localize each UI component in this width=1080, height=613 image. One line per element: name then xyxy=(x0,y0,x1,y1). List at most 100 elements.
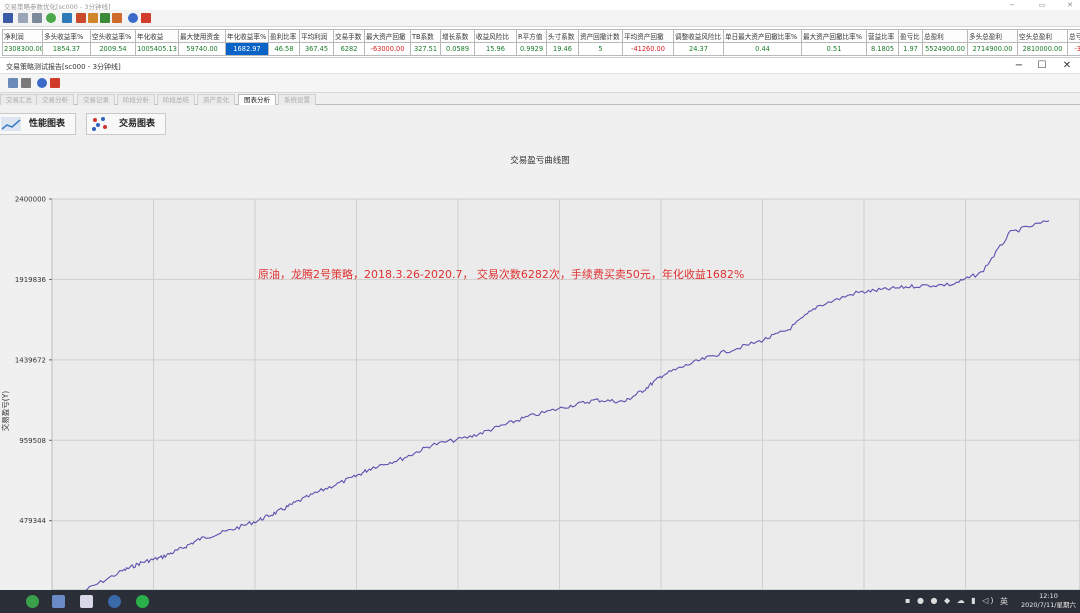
stats-value-cell[interactable]: 367.45 xyxy=(299,42,334,56)
minimize-button[interactable]: − xyxy=(1006,0,1018,10)
wechat-icon[interactable] xyxy=(136,595,149,608)
stats-header-cell[interactable]: 空头收益率% xyxy=(90,29,136,43)
stats-value-cell[interactable]: 0.0589 xyxy=(440,42,475,56)
restore-button[interactable]: ▭ xyxy=(1036,0,1048,10)
stats-value-cell[interactable]: 5 xyxy=(578,42,623,56)
stats-value-cell[interactable]: 5524900.00 xyxy=(922,42,968,56)
help-icon[interactable] xyxy=(37,78,47,88)
tab-3[interactable]: 阶段分析 xyxy=(117,94,155,105)
performance-chart-button[interactable]: 性能图表 xyxy=(0,113,76,135)
tab-1[interactable]: 交易分析 xyxy=(36,94,74,105)
bar-chart-icon[interactable] xyxy=(88,13,98,23)
tab-2[interactable]: 交易记录 xyxy=(77,94,115,105)
stats-value-cell[interactable]: 2009.54 xyxy=(90,42,136,56)
stats-header-cell[interactable]: 单日最大资产回撤比率% xyxy=(723,29,802,43)
trade-chart-button[interactable]: 交易图表 xyxy=(86,113,166,135)
stats-header-cell[interactable]: 收益风险比 xyxy=(474,29,517,43)
trade-chart-label: 交易图表 xyxy=(119,119,156,129)
tab-6[interactable]: 图表分析 xyxy=(238,94,276,105)
child-window-title: 交易策略测试报告[sc000 - 3分钟线] xyxy=(6,63,121,71)
tab-bar: 交易汇总 交易分析 交易记录 阶段分析 阶段总结 资产变化 图表分析 系统设置 xyxy=(0,93,1080,105)
stats-header-cell[interactable]: 年化收益 xyxy=(135,29,179,43)
stats-value-cell[interactable]: 24.37 xyxy=(673,42,724,56)
stats-header-cell[interactable]: TB系数 xyxy=(410,29,441,43)
table-icon[interactable] xyxy=(62,13,72,23)
chart-icon[interactable] xyxy=(76,13,86,23)
stats-value-cell[interactable]: 1682.97 xyxy=(225,42,269,56)
stats-header-cell[interactable]: 净利润 xyxy=(2,29,43,43)
export-icon[interactable] xyxy=(112,13,122,23)
exit-icon[interactable] xyxy=(141,13,151,23)
copy-icon[interactable] xyxy=(8,78,18,88)
stats-header-cell[interactable]: 交易手数 xyxy=(333,29,365,43)
child-close-button[interactable]: ✕ xyxy=(1060,59,1074,73)
stats-value-cell[interactable]: 15.96 xyxy=(474,42,517,56)
stats-header-cell[interactable]: 最大资产回撤 xyxy=(364,29,411,43)
trade-chart-icon xyxy=(92,117,107,131)
stats-value-cell[interactable]: 6282 xyxy=(333,42,365,56)
stats-value-cell[interactable]: 2810000.00 xyxy=(1017,42,1068,56)
stats-value-cell[interactable]: 59740.00 xyxy=(178,42,226,56)
stats-value-cell[interactable]: 1.97 xyxy=(898,42,923,56)
stats-header-cell[interactable]: 平均资产回撤 xyxy=(622,29,674,43)
stats-header-cell[interactable]: 头寸系数 xyxy=(546,29,579,43)
tab-4[interactable]: 阶段总结 xyxy=(157,94,195,105)
clock-time: 12:10 xyxy=(1039,592,1058,600)
exit-icon[interactable] xyxy=(50,78,60,88)
clock[interactable]: 12:10 2020/7/11/星期六 xyxy=(1021,592,1076,610)
stats-value-cell[interactable]: -63000.00 xyxy=(364,42,411,56)
stats-header-cell[interactable]: 总盈利 xyxy=(922,29,968,43)
stats-header-cell[interactable]: 年化收益率% xyxy=(225,29,269,43)
stats-header-row: 净利润 多头收益率% 空头收益率% 年化收益 最大使用资金 年化收益率% 盈利比率 平均利润交… xyxy=(2,29,1080,43)
stats-value-cell[interactable]: 2714900.00 xyxy=(967,42,1018,56)
stats-value-cell[interactable]: -3216600.00 xyxy=(1067,42,1080,56)
save-icon[interactable] xyxy=(3,13,13,23)
report-icon[interactable] xyxy=(100,13,110,23)
stats-value-cell[interactable]: 2308300.00 xyxy=(2,42,43,56)
stats-header-cell[interactable]: 调整收益风险比 xyxy=(673,29,724,43)
stats-header-cell[interactable]: 多头总盈利 xyxy=(967,29,1018,43)
stats-header-cell[interactable]: 空头总盈利 xyxy=(1017,29,1068,43)
trading-app-icon[interactable] xyxy=(108,595,121,608)
stats-header-cell[interactable]: 多头收益率% xyxy=(42,29,91,43)
help-icon[interactable] xyxy=(128,13,138,23)
input-language[interactable]: 英 xyxy=(1000,596,1008,607)
link-icon[interactable] xyxy=(32,13,42,23)
tab-5[interactable]: 资产变化 xyxy=(197,94,235,105)
stats-header-cell[interactable]: 盈利比率 xyxy=(268,29,300,43)
stats-header-cell[interactable]: 平均利润 xyxy=(299,29,334,43)
stats-value-cell[interactable]: 0.51 xyxy=(801,42,867,56)
child-restore-button[interactable]: ☐ xyxy=(1035,59,1049,73)
print-icon[interactable] xyxy=(21,78,31,88)
stats-value-cell[interactable]: 0.9929 xyxy=(516,42,547,56)
stats-header-cell[interactable]: R平方值 xyxy=(516,29,547,43)
refresh-icon[interactable] xyxy=(46,13,56,23)
app-icon[interactable] xyxy=(52,595,65,608)
tab-0[interactable]: 交易汇总 xyxy=(0,94,38,105)
stats-header-cell[interactable]: 增长系数 xyxy=(440,29,475,43)
tab-7[interactable]: 系统设置 xyxy=(278,94,316,105)
stats-value-cell[interactable]: 0.44 xyxy=(723,42,802,56)
pnl-chart-panel: 交易盈亏曲线图 2400000 1919836 1439672 959508 47934… xyxy=(0,141,1080,590)
tray-icons[interactable]: ▪ ● ● ◆ ☁ ▮ ◁) xyxy=(905,596,995,605)
stats-header-cell[interactable]: 总亏损 xyxy=(1067,29,1080,43)
stats-value-cell[interactable]: 1854.37 xyxy=(42,42,91,56)
close-button[interactable]: ✕ xyxy=(1064,0,1076,10)
stats-value-cell[interactable]: -41260.00 xyxy=(622,42,674,56)
file-explorer-icon[interactable] xyxy=(80,595,93,608)
start-icon[interactable] xyxy=(26,595,39,608)
stats-header-cell[interactable]: 资产回撤计数 xyxy=(578,29,623,43)
stats-header-cell[interactable]: 最大使用资金 xyxy=(178,29,226,43)
stats-header-cell[interactable]: 最大资产回撤比率% xyxy=(801,29,867,43)
stats-value-cell[interactable]: 46.58 xyxy=(268,42,300,56)
stats-value-cell[interactable]: 327.51 xyxy=(410,42,441,56)
chart-annotation: 原油，龙腾2号策略，2018.3.26-2020.7， 交易次数6282次，手续… xyxy=(258,268,745,281)
stats-value-cell[interactable]: 19.46 xyxy=(546,42,579,56)
child-minimize-button[interactable]: − xyxy=(1012,59,1026,73)
stats-header-cell[interactable]: 营益比率 xyxy=(866,29,899,43)
stats-value-cell[interactable]: 8.1805 xyxy=(866,42,899,56)
child-window-title-bar: 交易策略测试报告[sc000 - 3分钟线] − ☐ ✕ xyxy=(0,58,1080,74)
stats-header-cell[interactable]: 盈亏比 xyxy=(898,29,923,43)
open-icon[interactable] xyxy=(18,13,28,23)
stats-value-cell[interactable]: 1005405.13 xyxy=(135,42,179,56)
